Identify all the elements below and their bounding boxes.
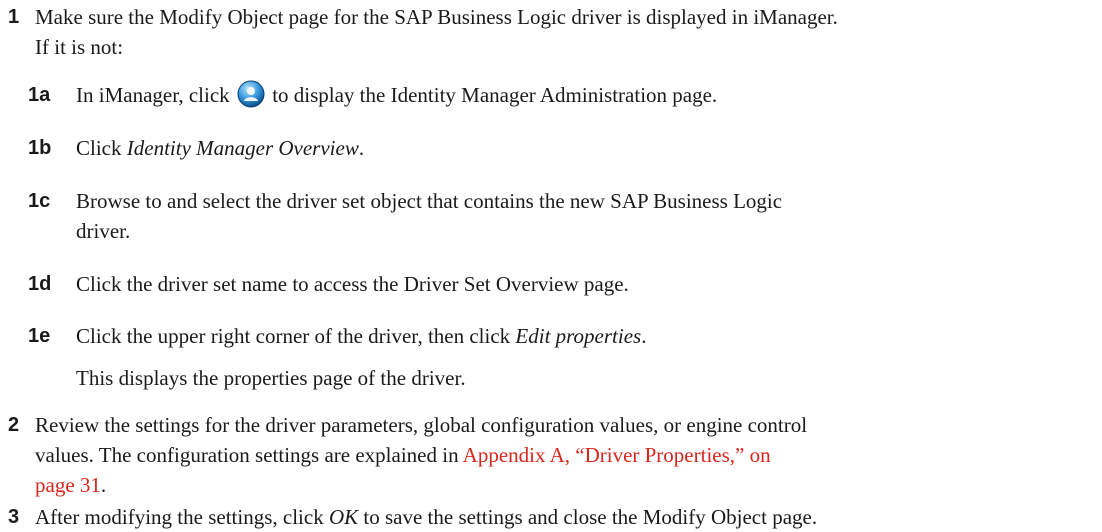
identity-manager-icon[interactable] (237, 80, 265, 108)
step-number: 1a (28, 84, 51, 106)
step-number: 1c (28, 190, 51, 212)
ui-term: Edit properties (515, 324, 642, 348)
step-text-part: . (358, 136, 365, 160)
step-number: 1e (28, 325, 51, 347)
step-line: page 31. (35, 470, 1096, 500)
step-text-part: . (100, 473, 107, 497)
step-line: driver. (76, 219, 131, 243)
step-text-part: Click the upper right corner of the driv… (76, 324, 511, 348)
step-text-part: . (641, 324, 647, 348)
step-text: Browse to and select the driver set obje… (76, 186, 1096, 246)
ui-term: OK (328, 505, 359, 529)
step-number: 1d (28, 273, 52, 295)
step-text-part: to display the Identity Manager Administ… (272, 83, 718, 107)
step-number: 3 (8, 506, 20, 528)
step-number: 2 (8, 414, 20, 436)
step-text: Click the upper right corner of the driv… (76, 321, 1096, 351)
step-number: 1b (28, 137, 52, 159)
step-text: Make sure the Modify Object page for the… (35, 2, 1096, 62)
page-link[interactable]: page 31 (35, 473, 101, 497)
step-text-part: In iManager, click (76, 83, 230, 107)
step-text: Click Identity Manager Overview. (76, 133, 1096, 163)
step-line: Review the settings for the driver param… (35, 413, 808, 437)
step-text: Review the settings for the driver param… (35, 410, 1096, 500)
step-line: values. The configuration settings are e… (35, 440, 1096, 470)
step-line: Browse to and select the driver set obje… (76, 189, 783, 213)
step-text-part: to save the settings and close the Modif… (363, 505, 818, 529)
step-line: If it is not: (35, 35, 124, 59)
ui-term: Identity Manager Overview (126, 136, 359, 160)
step-text-part: Click (76, 136, 122, 160)
step-text-part: After modifying the settings, click (35, 505, 324, 529)
substep-1e-note: This displays the properties page of the… (76, 366, 466, 390)
step-number: 1 (8, 6, 20, 28)
step-text-part: values. The configuration settings are e… (35, 443, 459, 467)
appendix-link[interactable]: Appendix A, “Driver Properties,” on (463, 443, 771, 467)
step-text: After modifying the settings, click OK t… (35, 502, 1096, 532)
step-line: Make sure the Modify Object page for the… (35, 5, 838, 29)
step-text: In iManager, click to display the Identi… (76, 80, 1096, 110)
step-text: Click the driver set name to access the … (76, 272, 629, 296)
